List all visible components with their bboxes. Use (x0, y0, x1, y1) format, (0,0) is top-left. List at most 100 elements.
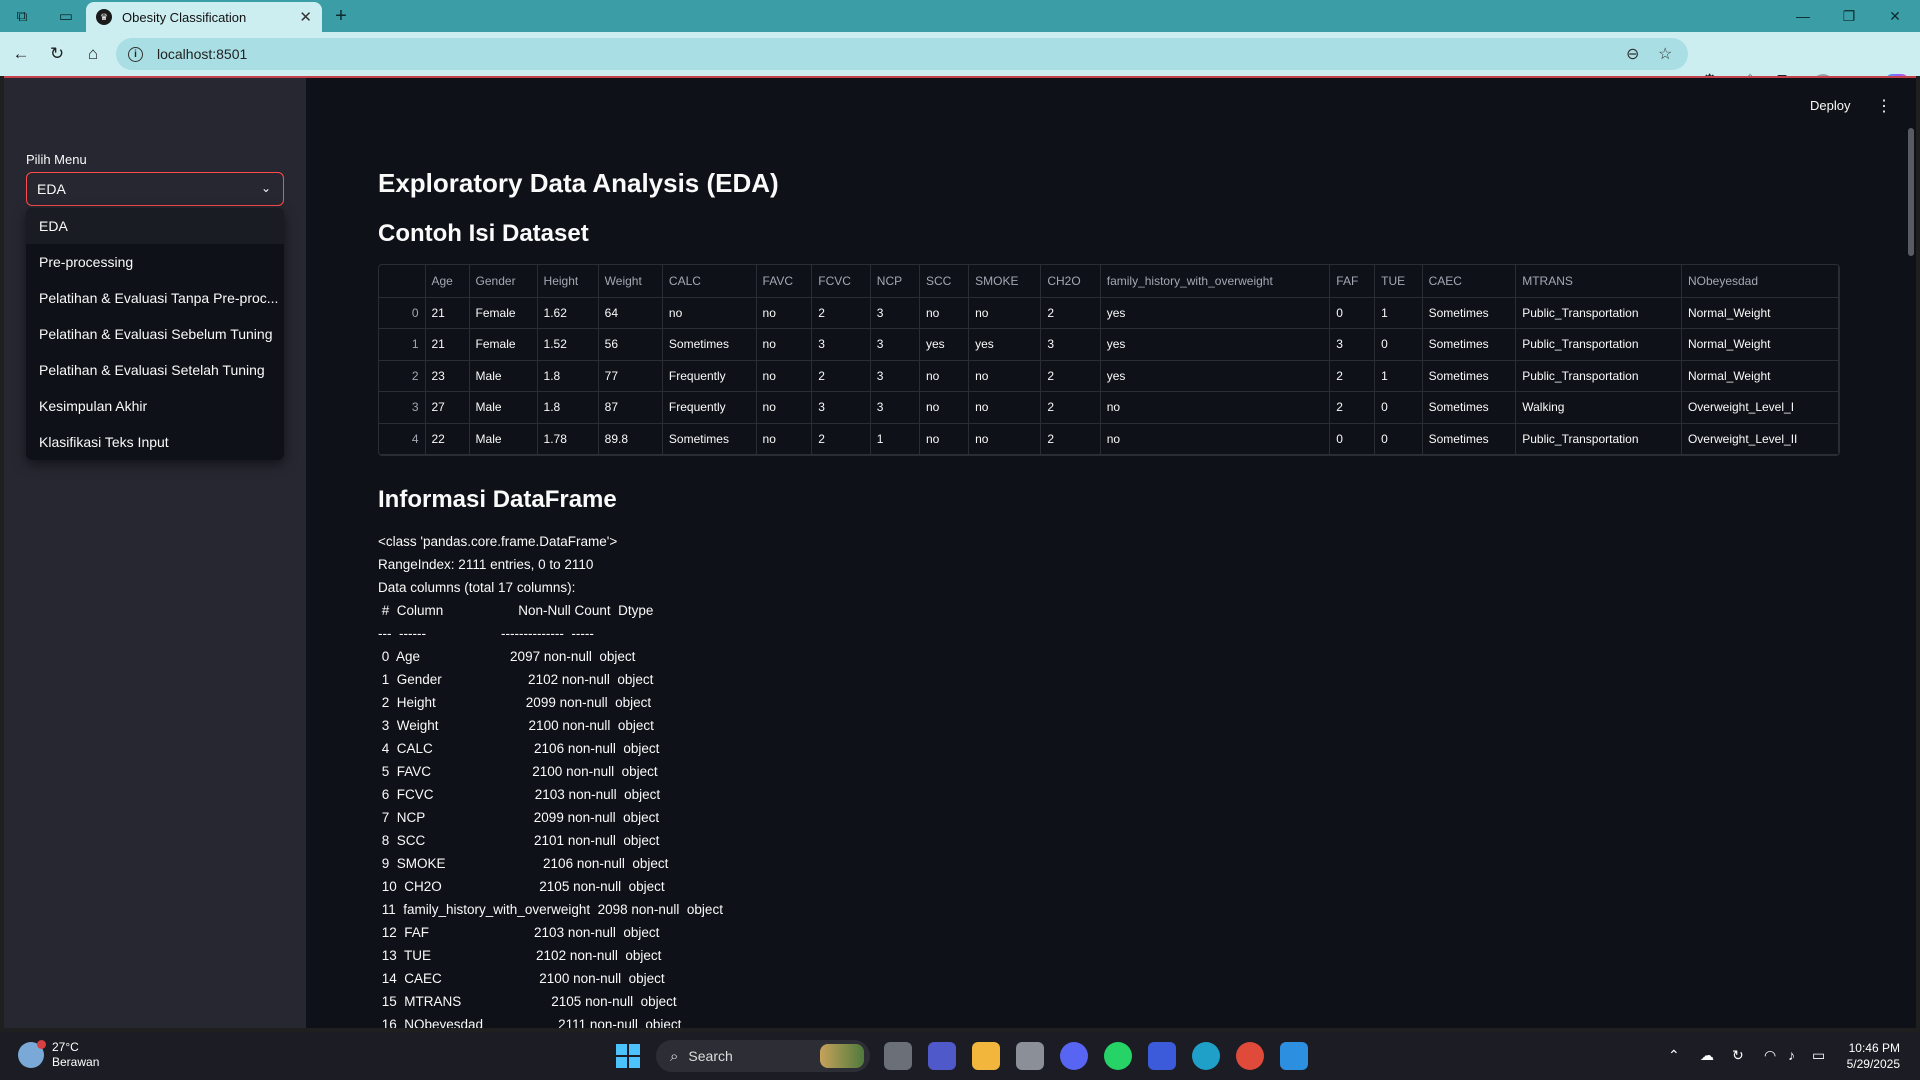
sync-icon[interactable]: ↻ (1732, 1047, 1744, 1064)
table-cell[interactable]: Female (469, 297, 538, 329)
column-header[interactable]: NObeyesdad (1681, 265, 1839, 298)
table-cell[interactable]: no (756, 360, 813, 392)
teams-icon[interactable] (928, 1042, 956, 1070)
table-cell[interactable]: 1.78 (537, 423, 599, 455)
table-cell[interactable]: Sometimes (662, 423, 757, 455)
table-cell[interactable]: 22 (425, 423, 470, 455)
table-cell[interactable]: 1.8 (537, 391, 599, 424)
table-cell[interactable]: 89.8 (598, 423, 663, 455)
table-cell[interactable]: no (919, 297, 970, 329)
table-cell[interactable]: 1.62 (537, 297, 599, 329)
table-cell[interactable]: no (756, 297, 813, 329)
refresh-icon[interactable]: ↻ (42, 39, 72, 69)
column-header[interactable]: TUE (1374, 265, 1423, 298)
table-cell[interactable]: 1.52 (537, 328, 599, 361)
table-cell[interactable]: Normal_Weight (1681, 328, 1839, 361)
table-cell[interactable]: Normal_Weight (1681, 297, 1839, 329)
table-cell[interactable]: Frequently (662, 360, 757, 392)
table-cell[interactable]: no (968, 391, 1042, 424)
row-index[interactable]: 4 (379, 423, 426, 455)
table-cell[interactable]: no (1100, 423, 1331, 455)
menu-select[interactable]: EDA ⌄ (26, 172, 284, 206)
table-cell[interactable]: 0 (1329, 423, 1376, 455)
app-icon[interactable] (1016, 1042, 1044, 1070)
table-cell[interactable]: no (1100, 391, 1331, 424)
table-cell[interactable]: Sometimes (662, 328, 757, 361)
table-cell[interactable]: 2 (1040, 423, 1101, 455)
dataset-table[interactable]: Age Gender Height Weight CALC FAVC FCVC NCP SCC S… (378, 264, 1840, 456)
taskbar-search[interactable]: ⌕ Search (656, 1040, 870, 1072)
menu-option-text-classification[interactable]: Klasifikasi Teks Input (26, 424, 284, 460)
table-cell[interactable]: no (662, 297, 757, 329)
table-cell[interactable]: 77 (598, 360, 663, 392)
column-header[interactable]: NCP (870, 265, 920, 298)
table-cell[interactable]: 3 (870, 297, 920, 329)
table-cell[interactable]: 2 (1040, 391, 1101, 424)
table-cell[interactable]: 3 (870, 391, 920, 424)
onedrive-icon[interactable]: ☁ (1700, 1047, 1714, 1064)
table-cell[interactable]: 1 (1374, 360, 1423, 392)
table-cell[interactable]: no (919, 360, 970, 392)
table-cell[interactable]: Walking (1515, 391, 1682, 424)
table-cell[interactable]: no (919, 391, 970, 424)
main-menu-icon[interactable]: ⋮ (1876, 96, 1892, 116)
home-icon[interactable]: ⌂ (78, 39, 108, 69)
new-tab-button[interactable]: + (328, 4, 354, 28)
table-cell[interactable]: Overweight_Level_II (1681, 423, 1839, 455)
table-cell[interactable]: 2 (1040, 297, 1101, 329)
site-info-icon[interactable]: i (128, 46, 143, 62)
table-cell[interactable]: 3 (811, 391, 871, 424)
row-index[interactable]: 1 (379, 328, 426, 361)
table-cell[interactable]: 64 (598, 297, 663, 329)
column-header[interactable]: CALC (662, 265, 757, 298)
table-cell[interactable]: no (919, 423, 970, 455)
table-cell[interactable]: 2 (1040, 360, 1101, 392)
table-cell[interactable]: no (756, 423, 813, 455)
table-cell[interactable]: Sometimes (1422, 423, 1517, 455)
table-cell[interactable]: 56 (598, 328, 663, 361)
table-cell[interactable]: yes (968, 328, 1042, 361)
column-header[interactable]: FCVC (811, 265, 871, 298)
table-cell[interactable]: Public_Transportation (1515, 423, 1682, 455)
table-cell[interactable]: 0 (1374, 423, 1423, 455)
menu-option-preprocessing[interactable]: Pre-processing (26, 244, 284, 280)
table-cell[interactable]: 3 (870, 328, 920, 361)
clock[interactable]: 10:46 PM 5/29/2025 (1847, 1040, 1900, 1072)
file-explorer-icon[interactable] (972, 1042, 1000, 1070)
table-cell[interactable]: 1 (1374, 297, 1423, 329)
table-cell[interactable]: 2 (811, 360, 871, 392)
tab-actions-icon[interactable]: ▭ (44, 0, 88, 32)
table-cell[interactable]: 87 (598, 391, 663, 424)
row-index[interactable]: 3 (379, 391, 426, 424)
table-cell[interactable]: Frequently (662, 391, 757, 424)
back-icon[interactable]: ← (6, 39, 36, 69)
table-cell[interactable]: Sometimes (1422, 360, 1517, 392)
table-cell[interactable]: Public_Transportation (1515, 360, 1682, 392)
minimize-icon[interactable]: — (1780, 0, 1826, 32)
table-cell[interactable]: Sometimes (1422, 391, 1517, 424)
column-header[interactable] (379, 265, 426, 298)
weather-widget[interactable]: 27°C Berawan (18, 1040, 99, 1070)
start-button[interactable] (616, 1044, 640, 1068)
volume-icon[interactable]: ♪ (1788, 1047, 1795, 1063)
column-header[interactable]: Age (425, 265, 470, 298)
wifi-icon[interactable]: ◠ (1764, 1047, 1776, 1064)
table-cell[interactable]: no (968, 360, 1042, 392)
table-cell[interactable]: 23 (425, 360, 470, 392)
table-cell[interactable]: Public_Transportation (1515, 328, 1682, 361)
column-header[interactable]: Height (537, 265, 599, 298)
table-cell[interactable]: 1 (870, 423, 920, 455)
table-cell[interactable]: Male (469, 391, 538, 424)
column-header[interactable]: SCC (919, 265, 970, 298)
table-cell[interactable]: Sometimes (1422, 328, 1517, 361)
table-cell[interactable]: 1.8 (537, 360, 599, 392)
table-cell[interactable]: 27 (425, 391, 470, 424)
workspaces-icon[interactable]: ⧉ (0, 0, 44, 32)
table-cell[interactable]: no (968, 297, 1042, 329)
table-cell[interactable]: no (756, 328, 813, 361)
table-cell[interactable]: 2 (811, 297, 871, 329)
close-window-icon[interactable]: ✕ (1872, 0, 1918, 32)
edge-icon[interactable] (1192, 1042, 1220, 1070)
favorite-star-icon[interactable]: ☆ (1658, 44, 1672, 64)
scrollbar-thumb[interactable] (1908, 128, 1914, 256)
